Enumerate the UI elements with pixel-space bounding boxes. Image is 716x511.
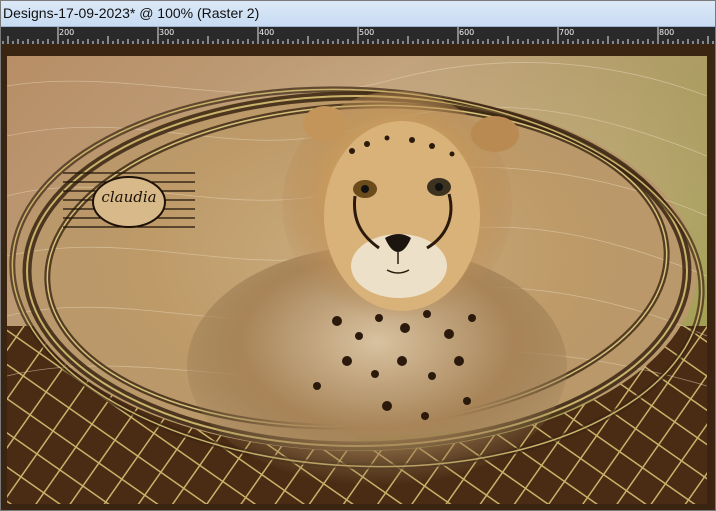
ruler-ticks [2, 27, 714, 44]
ruler-label-300: 300 [159, 28, 175, 37]
ruler-label-800: 800 [659, 28, 675, 37]
ruler-label-600: 600 [459, 28, 475, 37]
image-document-window[interactable]: Designs-17-09-2023* @ 100% (Raster 2) 20… [0, 0, 716, 511]
image-canvas[interactable]: claudia [7, 56, 707, 504]
ruler-label-500: 500 [359, 28, 375, 37]
artwork: claudia [7, 62, 707, 504]
document-titlebar[interactable]: Designs-17-09-2023* @ 100% (Raster 2) [1, 1, 715, 27]
ruler-label-700: 700 [559, 28, 575, 37]
watermark-text: claudia [101, 188, 156, 206]
ruler-label-400: 400 [259, 28, 275, 37]
ruler-label-200: 200 [59, 28, 75, 37]
canvas-frame: claudia [1, 44, 715, 510]
horizontal-ruler[interactable]: 200 300 400 500 600 700 800 [1, 27, 715, 44]
document-title: Designs-17-09-2023* @ 100% (Raster 2) [3, 5, 260, 21]
